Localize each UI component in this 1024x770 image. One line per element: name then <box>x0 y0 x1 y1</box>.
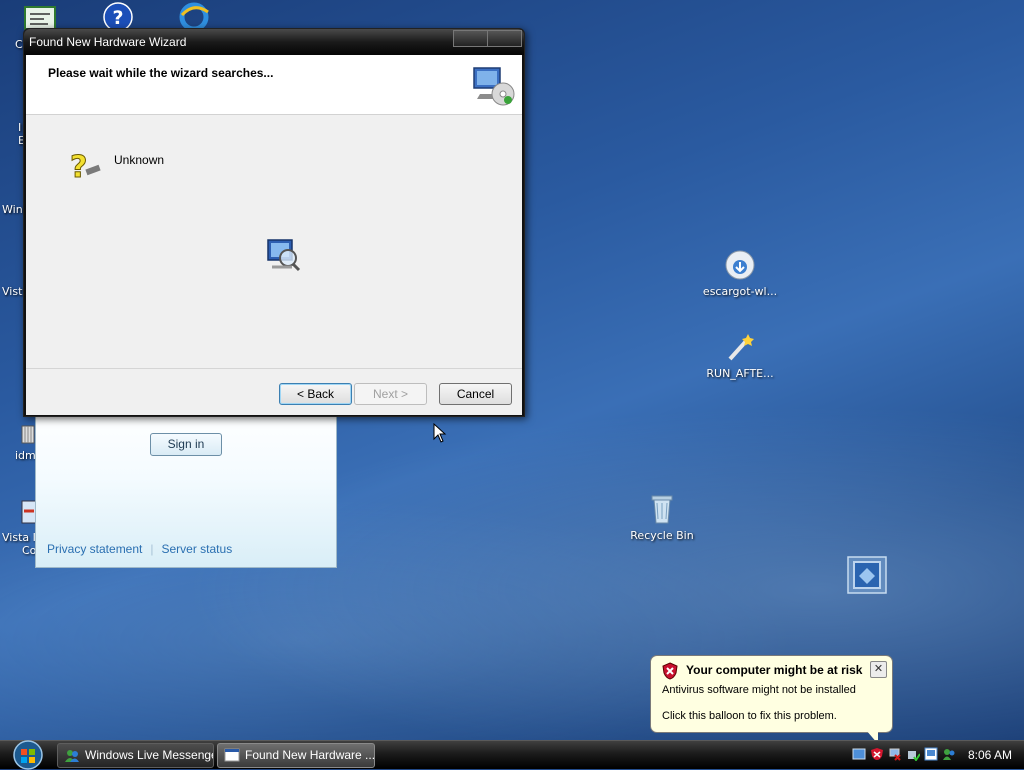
hardware-setup-icon <box>473 67 515 106</box>
taskbar-button-label: Found New Hardware ... <box>245 748 375 762</box>
safely-remove-hardware-icon[interactable] <box>906 747 920 761</box>
selected-shortcut-icon[interactable] <box>847 556 887 594</box>
messenger-icon <box>65 750 79 762</box>
desktop-icon-escargot[interactable]: escargot-wl... <box>695 249 785 298</box>
balloon-close-button[interactable]: ✕ <box>870 661 887 678</box>
system-tray: 8:06 AM <box>848 743 1024 767</box>
desktop-icon-label: RUN_AFTE... <box>706 367 774 380</box>
desktop-icon-label: escargot-wl... <box>702 285 778 298</box>
installer-disc-icon <box>725 250 755 280</box>
wizard-titlebar[interactable]: Found New Hardware Wizard <box>24 29 524 55</box>
magic-wand-icon <box>728 334 754 361</box>
desktop-icon-run-after[interactable]: RUN_AFTE... <box>695 331 785 380</box>
wizard-header-text: Please wait while the wizard searches... <box>48 66 274 80</box>
clock[interactable]: 8:06 AM <box>968 748 1012 762</box>
balloon-line-1: Antivirus software might not be installe… <box>662 684 856 696</box>
desktop-icon-label: Recycle Bin <box>630 529 694 542</box>
unknown-device-icon: ? <box>70 150 101 183</box>
svg-text:?: ? <box>70 150 87 183</box>
wizard-body: ? Unknown <box>26 115 522 368</box>
recycle-bin-icon <box>651 495 673 524</box>
messenger-footer-links: Privacy statement | Server status <box>47 542 232 556</box>
wizard-title: Found New Hardware Wizard <box>29 35 187 49</box>
taskbar-button-label: Windows Live Messenger <box>85 748 214 762</box>
balloon-title: Your computer might be at risk <box>686 663 863 677</box>
wizard-footer: < Back Next > Cancel <box>26 368 522 415</box>
network-disconnected-icon[interactable] <box>888 747 902 761</box>
certificate-icon[interactable] <box>24 6 56 30</box>
language-bar-icon[interactable] <box>852 747 866 761</box>
server-status-link[interactable]: Server status <box>162 542 233 556</box>
display-settings-icon[interactable] <box>924 747 938 761</box>
close-button[interactable] <box>487 30 522 47</box>
found-new-hardware-wizard: Found New Hardware Wizard Please wait wh… <box>23 28 525 417</box>
privacy-statement-link[interactable]: Privacy statement <box>47 542 142 556</box>
back-button[interactable]: < Back <box>279 383 352 405</box>
security-alert-icon[interactable] <box>870 747 884 761</box>
taskbar-button-hardware-wizard[interactable]: Found New Hardware ... <box>217 743 375 768</box>
device-name-label: Unknown <box>114 153 165 167</box>
edge-label-c: C <box>15 38 23 51</box>
security-notification-balloon[interactable]: Your computer might be at risk Antivirus… <box>650 655 893 744</box>
svg-text:?: ? <box>112 7 123 29</box>
next-button[interactable]: Next > <box>354 383 427 405</box>
edge-label-vista-i: Vista I <box>2 531 36 544</box>
taskbar: Windows Live Messenger Found New Hardwar… <box>0 740 1024 770</box>
messenger-status-icon[interactable] <box>942 747 956 761</box>
desktop-icon-recycle-bin[interactable]: Recycle Bin <box>617 493 707 542</box>
sign-in-button[interactable]: Sign in <box>150 433 222 456</box>
window-icon <box>224 748 240 762</box>
minimize-button[interactable] <box>453 30 488 47</box>
cancel-button[interactable]: Cancel <box>439 383 512 405</box>
taskbar-button-messenger[interactable]: Windows Live Messenger <box>57 743 214 768</box>
wizard-header: Please wait while the wizard searches... <box>26 55 522 115</box>
mouse-cursor-icon <box>433 423 447 443</box>
idman-icon[interactable] <box>20 423 36 445</box>
security-shield-icon <box>662 662 678 680</box>
messenger-window: Sign in Privacy statement | Server status <box>35 405 337 568</box>
searching-computer-icon <box>267 239 301 272</box>
balloon-line-2: Click this balloon to fix this problem. <box>662 710 837 722</box>
edge-label-i: I <box>18 121 22 134</box>
link-separator: | <box>150 542 154 556</box>
start-button[interactable] <box>9 740 47 770</box>
